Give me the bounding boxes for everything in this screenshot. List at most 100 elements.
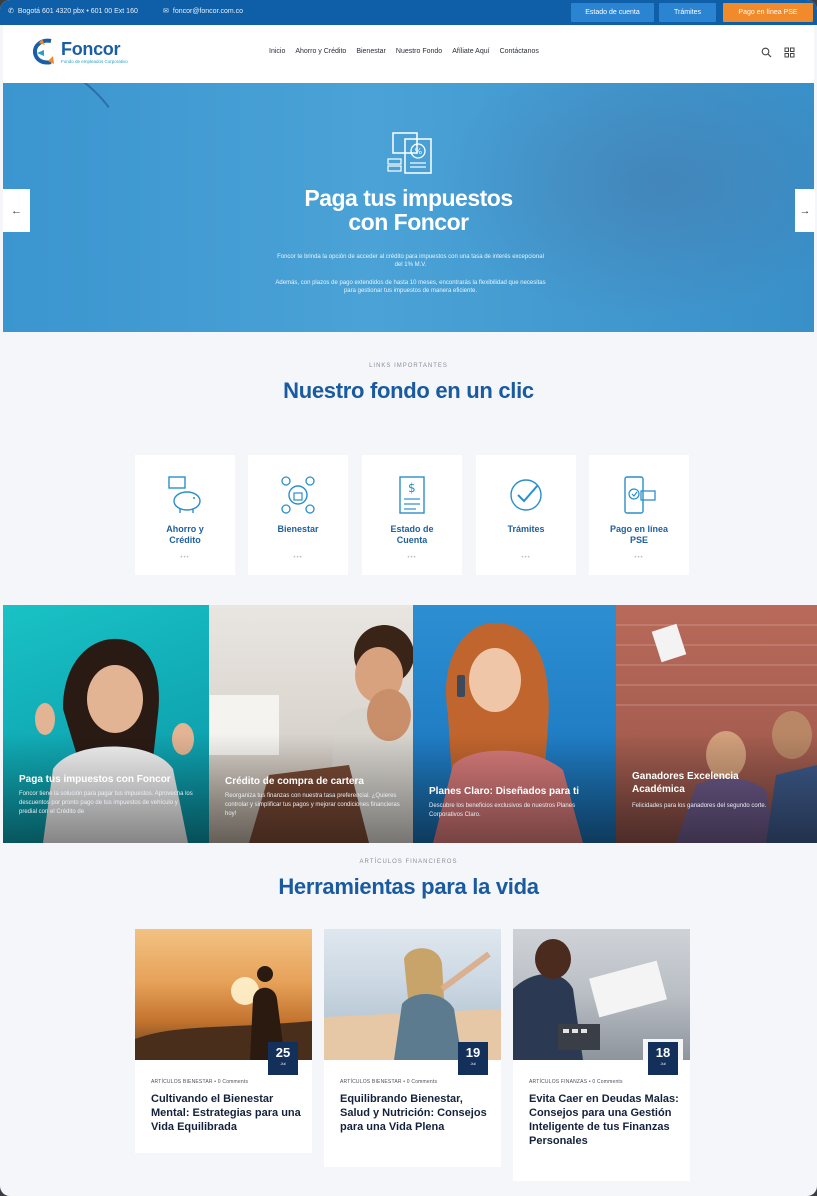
date-day: 19 <box>465 1045 481 1060</box>
promo-title-line2: Académica <box>632 784 685 795</box>
logo-name: Foncor <box>61 39 121 59</box>
top-bar: ✆ Bogotá 601 4320 pbx • 601 00 Ext 160 ✉… <box>0 0 817 25</box>
promo-text: Foncor tiene la solución para pagar tus … <box>19 791 193 815</box>
promo-title: Ganadores Excelencia Académica <box>632 770 739 796</box>
card-label-line1: Ahorro y <box>166 524 204 534</box>
card-dots: ••• <box>180 555 190 561</box>
links-title: Nuestro fondo en un clic <box>283 378 534 403</box>
piggy-bank-icon <box>168 476 201 513</box>
card-dots: ••• <box>407 555 417 561</box>
promo-impuestos[interactable]: Paga tus impuestos con Foncor Foncor tie… <box>3 605 209 843</box>
article-meta: ARTÍCULOS BIENESTAR • 0 Comments <box>151 1079 249 1085</box>
promo-title: Crédito de compra de cartera <box>225 776 364 787</box>
articles-title: Herramientas para la vida <box>278 874 539 899</box>
article-image <box>135 929 312 1060</box>
quick-link-estado-cuenta[interactable]: $ Estado de Cuenta ••• <box>362 455 462 575</box>
hero-title: Paga tus impuestos con Foncor <box>3 186 814 234</box>
grid-menu-icon[interactable] <box>784 47 795 58</box>
nav-bienestar[interactable]: Bienestar <box>356 48 386 55</box>
check-badge-icon <box>510 479 542 511</box>
site-header: Foncor Fondo de empleados Corporativo In… <box>3 25 814 83</box>
card-label: Pago en línea PSE <box>589 524 689 546</box>
tax-document-icon: % <box>387 132 432 174</box>
card-label: Ahorro y Crédito <box>135 524 235 546</box>
date-month: Jul <box>280 1061 286 1066</box>
hero-paragraph-2: Además, con plazos de pago extendidos de… <box>275 280 546 294</box>
date-day: 18 <box>655 1045 671 1060</box>
nav-ahorro-credito[interactable]: Ahorro y Crédito <box>295 48 346 55</box>
article-card-2[interactable]: 19 Jul ARTÍCULOS BIENESTAR • 0 Comments … <box>324 929 501 1167</box>
svg-text:%: % <box>415 147 423 156</box>
article-card-3[interactable]: 18 Jul ARTÍCULOS FINANZAS • 0 Comments E… <box>513 929 690 1181</box>
page: ✆ Bogotá 601 4320 pbx • 601 00 Ext 160 ✉… <box>0 0 817 1196</box>
article-title[interactable]: Equilibrando Bienestar, Salud y Nutrició… <box>340 1092 490 1134</box>
phone-icon: ✆ <box>8 8 14 15</box>
date-badge: 25 Jul <box>268 1042 298 1075</box>
links-eyebrow: LINKS IMPORTANTES <box>369 363 448 369</box>
wellbeing-icon <box>281 476 315 514</box>
logo[interactable]: Foncor Fondo de empleados Corporativo <box>31 37 128 67</box>
promo-compra-cartera[interactable]: Crédito de compra de cartera Reorganiza … <box>209 605 413 843</box>
logo-tagline: Fondo de empleados Corporativo <box>61 59 128 64</box>
promo-shade <box>3 733 209 843</box>
hero-title-line2: con Foncor <box>348 209 469 235</box>
contact-phone[interactable]: ✆ Bogotá 601 4320 pbx • 601 00 Ext 160 <box>8 7 138 16</box>
hero-title-line1: Paga tus impuestos <box>304 185 513 211</box>
card-dots: ••• <box>634 555 644 561</box>
promo-shade <box>209 733 413 843</box>
article-title[interactable]: Cultivando el Bienestar Mental: Estrateg… <box>151 1092 301 1134</box>
articles-eyebrow: ARTÍCULOS FINANCIEROS <box>359 859 458 865</box>
email-text: foncor@foncor.com.co <box>172 7 244 15</box>
procedures-button[interactable]: Trámites <box>659 3 716 22</box>
slider-prev-button[interactable]: ← <box>3 189 30 232</box>
quick-link-tramites[interactable]: Trámites ••• <box>476 455 576 575</box>
nav-contactanos[interactable]: Contáctanos <box>500 48 539 55</box>
arrow-left-icon: ← <box>11 204 22 217</box>
quick-link-ahorro-credito[interactable]: Ahorro y Crédito ••• <box>135 455 235 575</box>
article-image <box>324 929 501 1060</box>
card-label-line1: Estado de <box>390 524 434 534</box>
main-nav: Inicio Ahorro y Crédito Bienestar Nuestr… <box>269 48 549 55</box>
phone-text: Bogotá 601 4320 pbx • 601 00 Ext 160 <box>17 7 138 15</box>
article-photo-stressed-finances <box>513 939 683 1060</box>
hero-paragraph-1: Foncor te brinda la opción de acceder al… <box>277 254 544 268</box>
promo-planes-claro[interactable]: Planes Claro: Diseñados para ti Descubre… <box>413 605 616 843</box>
card-label: Estado de Cuenta <box>362 524 462 546</box>
statement-icon: $ <box>399 476 425 514</box>
slider-next-button[interactable]: → <box>795 189 815 232</box>
pse-payment-button[interactable]: Pago en línea PSE <box>723 3 813 22</box>
card-label-line1: Pago en línea <box>609 524 669 534</box>
nav-afiliate[interactable]: Afíliate Aquí <box>452 48 489 55</box>
promo-title: Paga tus impuestos con Foncor <box>19 774 171 785</box>
quick-link-bienestar[interactable]: Bienestar ••• <box>248 455 348 575</box>
card-label: Trámites <box>476 524 576 535</box>
article-title[interactable]: Evita Caer en Deudas Malas: Consejos par… <box>529 1092 679 1148</box>
promo-title-line1: Ganadores Excelencia <box>632 771 739 782</box>
card-label-line2: PSE <box>629 535 648 545</box>
foncor-logo-icon <box>32 38 54 65</box>
article-photo-meditation <box>135 966 312 1060</box>
contact-email[interactable]: ✉ foncor@foncor.com.co <box>163 7 244 16</box>
quick-link-pago-pse[interactable]: Pago en línea PSE ••• <box>589 455 689 575</box>
article-meta: ARTÍCULOS BIENESTAR • 0 Comments <box>340 1079 438 1085</box>
mobile-payment-icon <box>624 476 656 514</box>
search-icon[interactable] <box>761 47 772 58</box>
hero-slider: % Paga tus impuestos con Foncor Foncor t… <box>3 83 814 332</box>
article-card-1[interactable]: 25 Jul ARTÍCULOS BIENESTAR • 0 Comments … <box>135 929 312 1153</box>
article-image <box>513 929 690 1060</box>
card-label-line1: Trámites <box>507 524 545 534</box>
promo-title: Planes Claro: Diseñados para ti <box>429 786 580 797</box>
promo-excelencia-academica[interactable]: Ganadores Excelencia Académica Felicidad… <box>616 605 817 843</box>
mail-icon: ✉ <box>163 8 169 15</box>
arrow-right-icon: → <box>799 204 811 217</box>
date-month: Jul <box>660 1061 666 1066</box>
card-label: Bienestar <box>248 524 348 535</box>
card-label-line2: Cuenta <box>396 535 428 545</box>
date-badge: 18 Jul <box>648 1042 678 1075</box>
promo-text: Felicidades para los ganadores del segun… <box>632 803 767 809</box>
nav-nuestro-fondo[interactable]: Nuestro Fondo <box>396 48 442 55</box>
date-badge: 19 Jul <box>458 1042 488 1075</box>
nav-inicio[interactable]: Inicio <box>269 48 285 55</box>
account-status-button[interactable]: Estado de cuenta <box>571 3 654 22</box>
promo-text: Descubre los beneficios exclusivos de nu… <box>429 803 576 818</box>
